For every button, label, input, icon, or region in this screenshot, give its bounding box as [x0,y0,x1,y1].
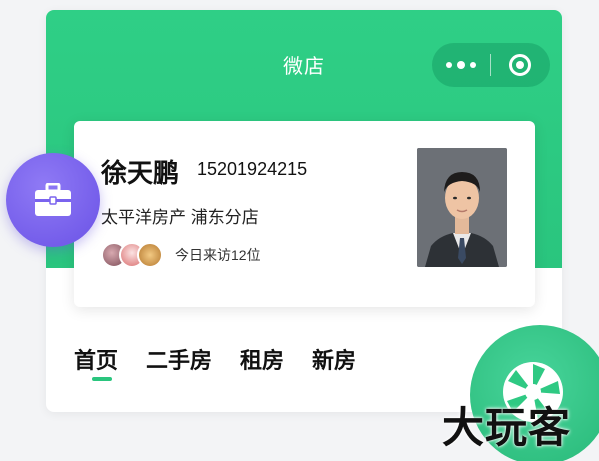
tab-new-house[interactable]: 新房 [312,343,356,375]
more-dots-icon [446,61,476,69]
more-button[interactable] [432,43,490,87]
tab-second-hand[interactable]: 二手房 [146,343,212,375]
agent-phone[interactable]: 15201924215 [197,159,307,180]
visitors-row: 今日来访12位 [101,242,261,268]
category-tabs: 首页 二手房 租房 新房 [74,343,384,381]
visitor-avatar [137,242,163,268]
tab-rent[interactable]: 租房 [240,343,284,375]
suitcase-icon [35,183,71,216]
agent-name: 徐天鹏 [101,158,180,188]
agent-photo [417,148,507,267]
close-button[interactable] [491,43,549,87]
agent-company: 太平洋房产 浦东分店 [101,208,259,227]
suitcase-badge[interactable] [6,153,100,247]
mini-program-capsule [432,43,550,87]
agent-profile-card[interactable]: 徐天鹏 15201924215 太平洋房产 浦东分店 今日来访12位 [74,121,535,307]
visitors-count-text: 今日来访12位 [175,247,261,263]
watermark-logo: 大玩客 [442,404,572,451]
tab-home[interactable]: 首页 [74,343,118,381]
target-close-icon [509,54,531,76]
